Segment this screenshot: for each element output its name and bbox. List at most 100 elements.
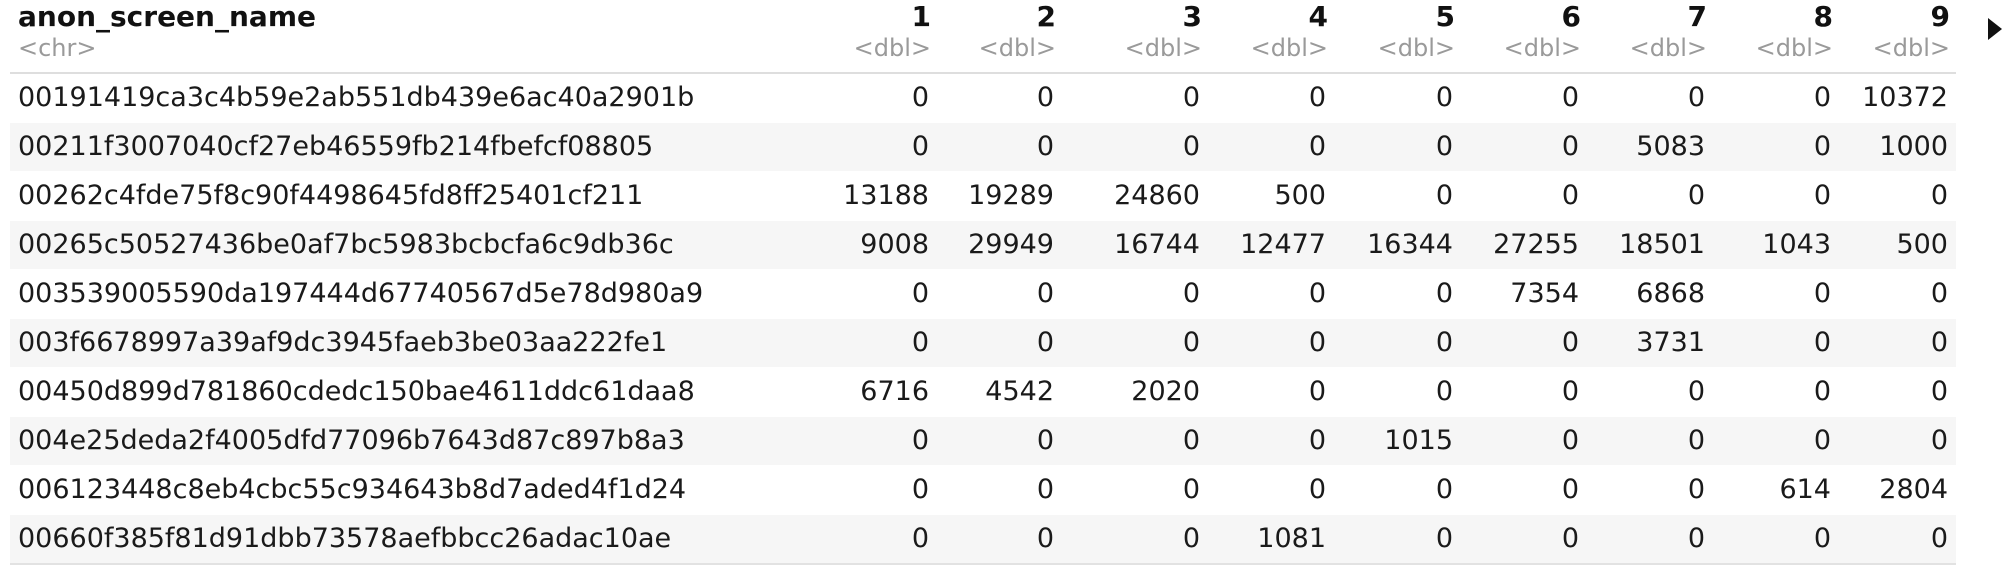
cell-value: 0	[1713, 514, 1839, 565]
column-header-4[interactable]: 4 <dbl>	[1208, 0, 1334, 74]
cell-screen-name: 00265c50527436be0af7bc5983bcbcfa6c9db36c	[10, 220, 825, 270]
cell-value: 0	[937, 73, 1062, 123]
cell-screen-name: 00211f3007040cf27eb46559fb214fbefcf08805	[10, 122, 825, 172]
next-columns-button[interactable]	[1982, 14, 2008, 44]
cell-screen-name: 00191419ca3c4b59e2ab551db439e6ac40a2901b	[10, 73, 825, 123]
cell-value: 0	[1208, 416, 1334, 466]
column-header-8[interactable]: 8 <dbl>	[1713, 0, 1839, 74]
cell-screen-name: 003f6678997a39af9dc3945faeb3be03aa222fe1	[10, 318, 825, 368]
cell-screen-name: 00660f385f81d91dbb73578aefbbcc26adac10ae	[10, 514, 825, 565]
cell-value: 1015	[1334, 416, 1461, 466]
cell-value: 0	[1062, 122, 1208, 172]
cell-value: 0	[1713, 122, 1839, 172]
cell-value: 24860	[1062, 171, 1208, 221]
column-type: <dbl>	[1377, 34, 1455, 62]
cell-screen-name: 00450d899d781860cdedc150bae4611ddc61daa8	[10, 367, 825, 417]
cell-value: 0	[1461, 122, 1587, 172]
cell-screen-name: 00262c4fde75f8c90f4498645fd8ff25401cf211	[10, 171, 825, 221]
cell-value: 0	[1713, 171, 1839, 221]
cell-value: 6716	[825, 367, 937, 417]
cell-value: 4542	[937, 367, 1062, 417]
cell-value: 9008	[825, 220, 937, 270]
column-name: 5	[1435, 0, 1455, 33]
cell-value: 0	[1334, 73, 1461, 123]
cell-value: 0	[1461, 367, 1587, 417]
column-name: 8	[1813, 0, 1833, 33]
triangle-right-icon	[1988, 18, 2002, 40]
cell-value: 0	[1839, 269, 1956, 319]
table-row: 00211f3007040cf27eb46559fb214fbefcf08805…	[10, 122, 1956, 172]
cell-value: 0	[1334, 122, 1461, 172]
column-type: <dbl>	[853, 34, 931, 62]
column-header-5[interactable]: 5 <dbl>	[1334, 0, 1461, 74]
column-header-6[interactable]: 6 <dbl>	[1461, 0, 1587, 74]
cell-value: 3731	[1587, 318, 1713, 368]
column-header-2[interactable]: 2 <dbl>	[937, 0, 1062, 74]
column-header-3[interactable]: 3 <dbl>	[1062, 0, 1208, 74]
column-type: <dbl>	[1629, 34, 1707, 62]
cell-value: 1000	[1839, 122, 1956, 172]
cell-value: 0	[1587, 465, 1713, 515]
cell-value: 0	[1062, 318, 1208, 368]
cell-value: 0	[1208, 318, 1334, 368]
cell-value: 0	[1208, 122, 1334, 172]
cell-value: 18501	[1587, 220, 1713, 270]
cell-value: 0	[1461, 171, 1587, 221]
cell-value: 0	[825, 269, 937, 319]
column-name: anon_screen_name	[18, 0, 316, 33]
cell-value: 0	[1587, 514, 1713, 565]
column-header-1[interactable]: 1 <dbl>	[825, 0, 937, 74]
table-row: 003539005590da197444d67740567d5e78d980a9…	[10, 269, 1956, 319]
cell-value: 0	[1587, 367, 1713, 417]
cell-value: 0	[1062, 416, 1208, 466]
column-name: 9	[1930, 0, 1950, 33]
cell-value: 0	[1208, 465, 1334, 515]
cell-value: 0	[1461, 416, 1587, 466]
table-row: 00450d899d781860cdedc150bae4611ddc61daa8…	[10, 367, 1956, 417]
column-type: <dbl>	[1124, 34, 1202, 62]
cell-value: 0	[1062, 514, 1208, 565]
cell-value: 0	[1334, 269, 1461, 319]
cell-value: 0	[937, 465, 1062, 515]
cell-value: 1043	[1713, 220, 1839, 270]
cell-value: 0	[1334, 171, 1461, 221]
column-type: <dbl>	[1755, 34, 1833, 62]
cell-value: 0	[1839, 318, 1956, 368]
cell-screen-name: 004e25deda2f4005dfd77096b7643d87c897b8a3	[10, 416, 825, 466]
cell-value: 0	[825, 318, 937, 368]
column-name: 2	[1036, 0, 1056, 33]
cell-value: 5083	[1587, 122, 1713, 172]
cell-value: 0	[1839, 171, 1956, 221]
table-row: 00660f385f81d91dbb73578aefbbcc26adac10ae…	[10, 514, 1956, 565]
cell-value: 0	[825, 465, 937, 515]
table-body: 00191419ca3c4b59e2ab551db439e6ac40a2901b…	[10, 73, 1956, 565]
cell-value: 1081	[1208, 514, 1334, 565]
cell-value: 0	[1839, 514, 1956, 565]
cell-value: 500	[1208, 171, 1334, 221]
column-header-9[interactable]: 9 <dbl>	[1839, 0, 1956, 74]
cell-value: 0	[1713, 367, 1839, 417]
cell-value: 0	[825, 416, 937, 466]
column-name: 6	[1561, 0, 1581, 33]
cell-value: 0	[825, 514, 937, 565]
column-type: <dbl>	[1503, 34, 1581, 62]
column-type: <dbl>	[1250, 34, 1328, 62]
cell-value: 0	[825, 73, 937, 123]
cell-value: 19289	[937, 171, 1062, 221]
table-row: 00191419ca3c4b59e2ab551db439e6ac40a2901b…	[10, 73, 1956, 123]
column-header-7[interactable]: 7 <dbl>	[1587, 0, 1713, 74]
cell-value: 10372	[1839, 73, 1956, 123]
table-header-row: anon_screen_name <chr> 1 <dbl> 2 <dbl> 3 <dbl> 4…	[10, 0, 1956, 74]
cell-value: 27255	[1461, 220, 1587, 270]
table-row: 004e25deda2f4005dfd77096b7643d87c897b8a3…	[10, 416, 1956, 466]
cell-value: 0	[1587, 416, 1713, 466]
cell-value: 0	[1208, 73, 1334, 123]
cell-value: 0	[1461, 465, 1587, 515]
cell-value: 0	[1461, 514, 1587, 565]
cell-value: 13188	[825, 171, 937, 221]
column-name: 3	[1182, 0, 1202, 33]
column-header-anon-screen-name[interactable]: anon_screen_name <chr>	[10, 0, 825, 74]
column-name: 1	[911, 0, 931, 33]
cell-value: 0	[1461, 318, 1587, 368]
cell-value: 0	[1713, 269, 1839, 319]
